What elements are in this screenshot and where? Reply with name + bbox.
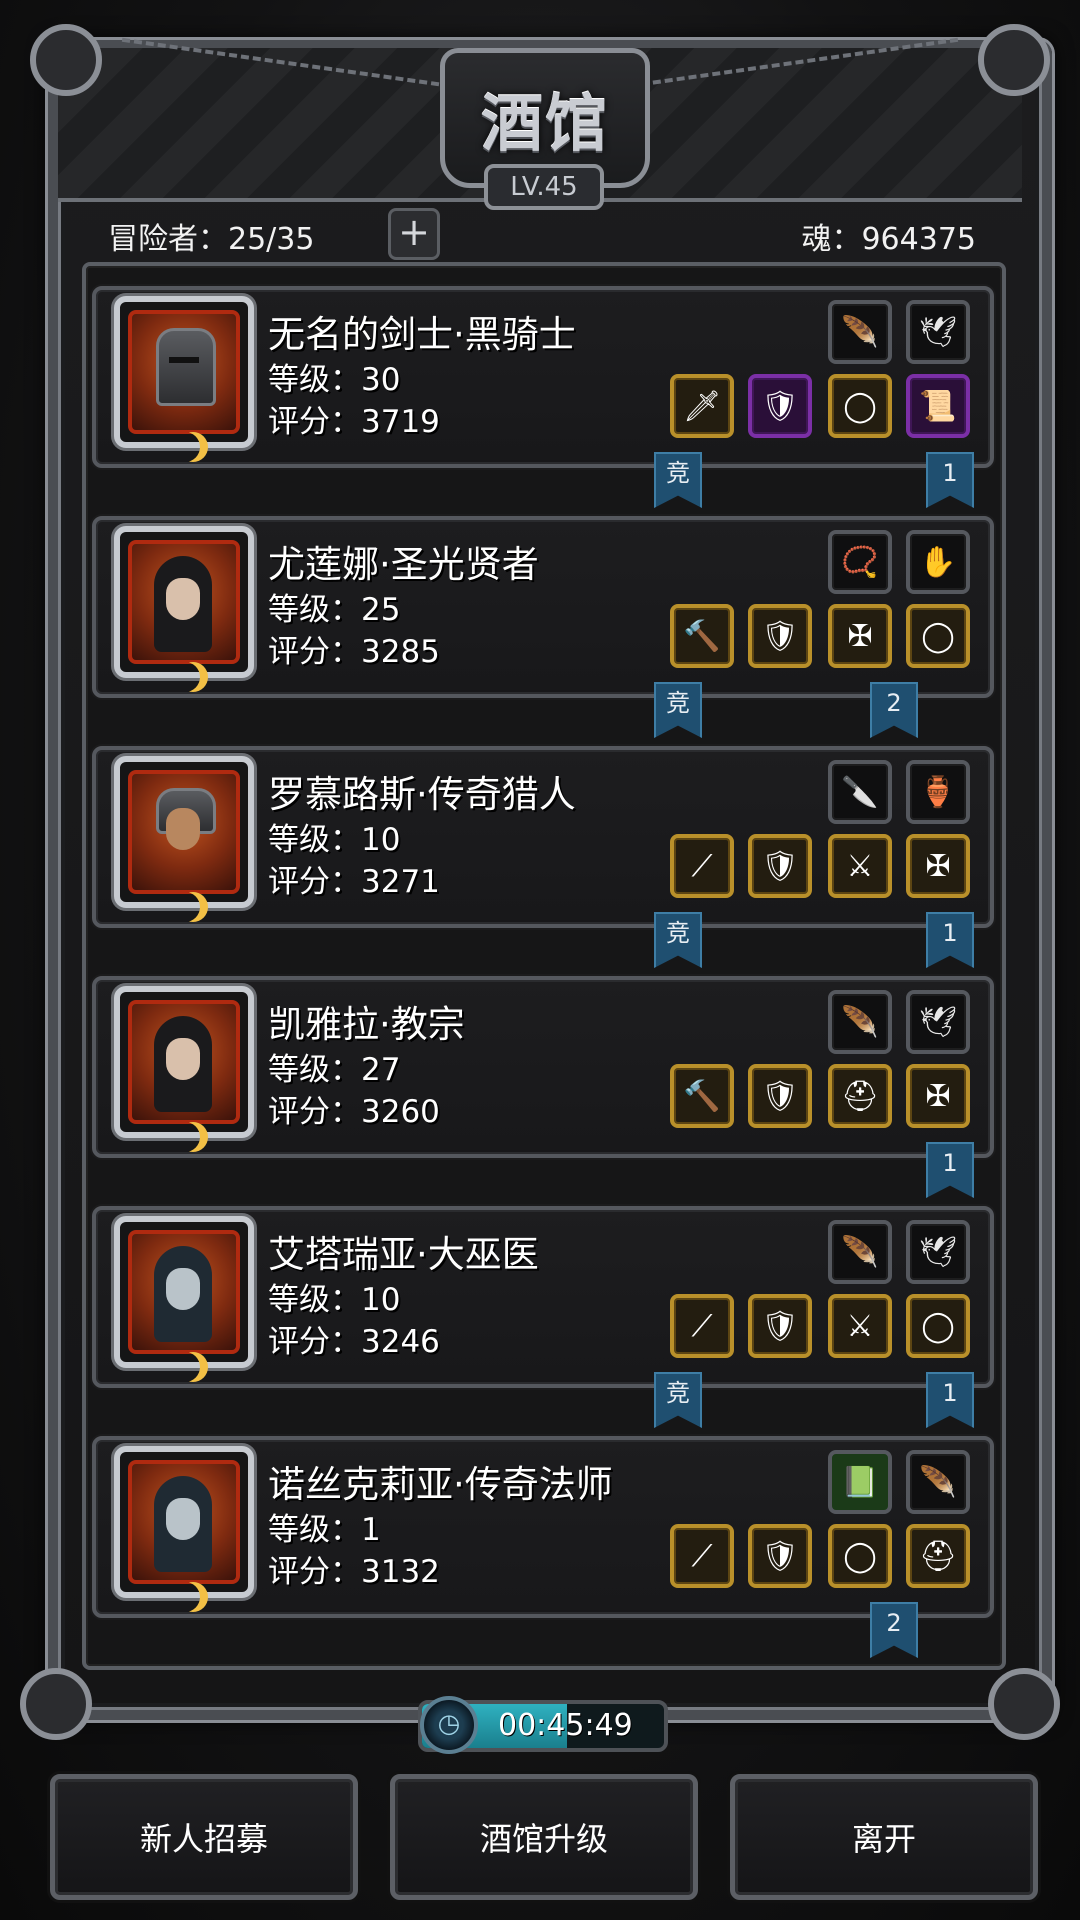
hero-card[interactable]: 诺丝克莉亚·传奇法师 等级：1 评分：3132 📗 🪶 ⟋ 🛡 ◯ ⛑ [92,1436,994,1618]
hero-score: 评分：3246 [268,1324,440,1360]
hero-portrait [114,756,254,908]
hammer-icon[interactable]: 🔨 [670,604,734,668]
hero-level: 等级：10 [268,1282,401,1318]
hero-face [166,578,200,620]
wing-icon[interactable]: 🕊 [906,1220,970,1284]
hero-score: 评分：3260 [268,1094,440,1130]
armor-icon[interactable]: 🛡 [748,1524,812,1588]
sword-icon[interactable]: 🗡 [670,374,734,438]
leave-button[interactable]: 离开 [730,1774,1038,1900]
claw-icon[interactable]: ⚔ [828,834,892,898]
corner-ornament [978,24,1050,96]
feather-icon[interactable]: 🪶 [828,300,892,364]
corner-ornament [20,1668,92,1740]
soul-currency: 魂：964375 [801,222,976,257]
armor-icon[interactable]: 🛡 [748,1294,812,1358]
helmet-icon[interactable]: ⛑ [906,1524,970,1588]
hero-name: 凯雅拉·教宗 [268,1003,465,1046]
clock-icon: ◷ [420,1696,478,1754]
armor-icon[interactable]: 🛡 [748,834,812,898]
hero-face [166,808,200,850]
staff-icon[interactable]: ⟋ [670,1294,734,1358]
tavern-level-badge: LV.45 [484,164,604,210]
adventurer-count: 冒险者：25/35 [108,222,315,257]
add-capacity-button[interactable]: + [388,208,440,260]
crescent-icon [170,1582,200,1612]
hero-face [166,1038,200,1080]
hero-card[interactable]: 凯雅拉·教宗 等级：27 评分：3260 🪶 🕊 🔨 🛡 ⛑ ✠ [92,976,994,1158]
hero-name: 无名的剑士·黑骑士 [268,313,576,356]
crescent-icon [170,1352,200,1382]
staff-icon[interactable]: ⟋ [670,1524,734,1588]
hero-portrait [114,296,254,448]
recruit-button[interactable]: 新人招募 [50,1774,358,1900]
timer-text: 00:45:49 [498,1708,633,1743]
glove-icon[interactable]: ✋ [906,530,970,594]
hero-portrait [114,526,254,678]
helmet-icon[interactable]: ⛑ [828,1064,892,1128]
dagger-icon[interactable]: 🔪 [828,760,892,824]
hero-portrait [114,1216,254,1368]
hammer-icon[interactable]: 🔨 [670,1064,734,1128]
crescent-icon [170,662,200,692]
hero-card[interactable]: 艾塔瑞亚·大巫医 等级：10 评分：3246 🪶 🕊 ⟋ 🛡 ⚔ ◯ [92,1206,994,1388]
amulet-icon[interactable]: ✠ [906,1064,970,1128]
knight-helmet-icon [156,328,216,406]
page-title: 酒馆 [480,87,609,160]
hero-level: 等级：27 [268,1052,401,1088]
corner-ornament [30,24,102,96]
hero-name: 罗慕路斯·传奇猎人 [268,773,576,816]
hero-score: 评分：3271 [268,864,440,900]
upgrade-tavern-button[interactable]: 酒馆升级 [390,1774,698,1900]
hero-score: 评分：3719 [268,404,440,440]
feather-icon[interactable]: 🪶 [828,1220,892,1284]
feather-icon[interactable]: 🪶 [828,990,892,1054]
potion-icon[interactable]: 🏺 [906,760,970,824]
corner-ornament [988,1668,1060,1740]
crescent-icon [170,1122,200,1152]
book-icon[interactable]: 📗 [828,1450,892,1514]
ring-icon[interactable]: ◯ [906,604,970,668]
wing-icon[interactable]: 🕊 [906,990,970,1054]
wing-icon[interactable]: 🕊 [906,300,970,364]
hero-card[interactable]: 尤莲娜·圣光贤者 等级：25 评分：3285 📿 ✋ 🔨 🛡 ✠ ◯ [92,516,994,698]
hero-card[interactable]: 罗慕路斯·传奇猎人 等级：10 评分：3271 🔪 🏺 ⟋ 🛡 ⚔ ✠ [92,746,994,928]
spear-icon[interactable]: ⟋ [670,834,734,898]
scroll-icon[interactable]: 📜 [906,374,970,438]
hero-name: 尤莲娜·圣光贤者 [268,543,539,586]
hero-name: 诺丝克莉亚·传奇法师 [268,1463,613,1506]
hero-level: 等级：1 [268,1512,381,1548]
hero-level: 等级：30 [268,362,401,398]
armor-icon[interactable]: 🛡 [748,374,812,438]
hero-level: 等级：10 [268,822,401,858]
hero-face [166,1268,200,1310]
hero-score: 评分：3285 [268,634,440,670]
armor-icon[interactable]: 🛡 [748,1064,812,1128]
amulet-icon[interactable]: ✠ [828,604,892,668]
hero-face [166,1498,200,1540]
crescent-icon [170,432,200,462]
hero-portrait [114,1446,254,1598]
crescent-icon [170,892,200,922]
hero-portrait [114,986,254,1138]
amulet-icon[interactable]: ✠ [906,834,970,898]
feather-icon[interactable]: 🪶 [906,1450,970,1514]
ring-icon[interactable]: ◯ [828,374,892,438]
hero-name: 艾塔瑞亚·大巫医 [268,1233,539,1276]
necklace-icon[interactable]: 📿 [828,530,892,594]
claw-icon[interactable]: ⚔ [828,1294,892,1358]
armor-icon[interactable]: 🛡 [748,604,812,668]
hero-card[interactable]: 无名的剑士·黑骑士 等级：30 评分：3719 🪶 🕊 🗡 🛡 ◯ 📜 [92,286,994,468]
hero-level: 等级：25 [268,592,401,628]
ring-icon[interactable]: ◯ [828,1524,892,1588]
ring-icon[interactable]: ◯ [906,1294,970,1358]
hero-score: 评分：3132 [268,1554,440,1590]
